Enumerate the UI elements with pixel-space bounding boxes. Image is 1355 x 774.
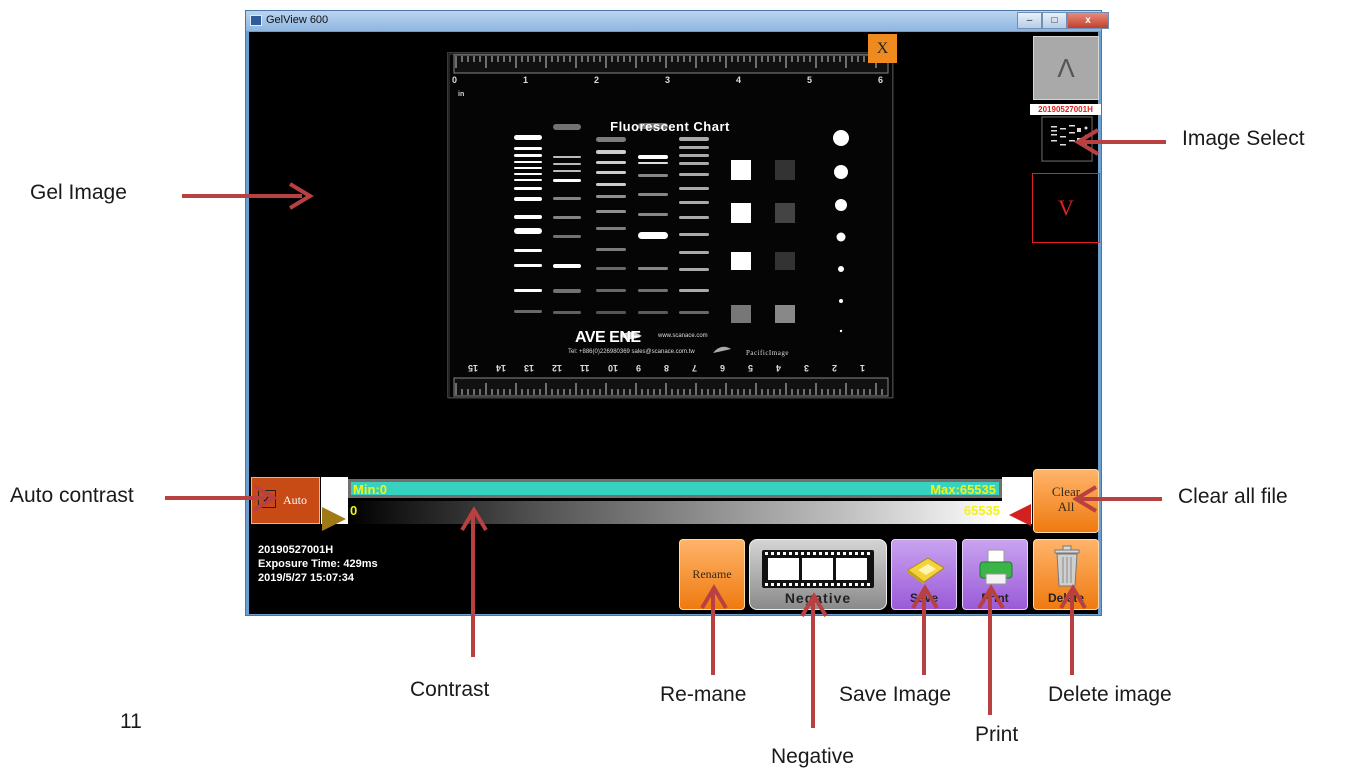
annotation-clear-all-file: Clear all file (1178, 485, 1288, 508)
chart-title: Fluorescent Chart (610, 119, 730, 134)
ruler-bottom-label: 15 (468, 363, 479, 373)
partner-logo-text: PacificImage (746, 349, 789, 357)
gel-image[interactable]: Fluorescent Chart in 0123456 15 14 13 12 11 1… (447, 52, 894, 399)
annotation-auto-contrast: Auto contrast (10, 484, 134, 507)
arrowhead-up-icon (800, 592, 828, 618)
film-frame (768, 558, 799, 580)
close-image-button[interactable]: X (868, 34, 897, 63)
ruler-top-label: 0 (452, 75, 458, 85)
arrowhead-up-icon (911, 584, 939, 610)
ruler-bottom-label: 11 (580, 363, 590, 373)
annotation-rename: Re-mane (660, 683, 747, 706)
annotation-save-image: Save Image (839, 683, 952, 706)
app-client-area: Fluorescent Chart in 0123456 15 14 13 12 11 1… (249, 32, 1101, 614)
ruler-bottom-label: 4 (776, 363, 782, 373)
arrowhead-left-icon (1072, 485, 1098, 513)
ruler-top-label: 1 (523, 75, 529, 85)
printer-icon (979, 549, 1013, 585)
ruler-bottom-label: 8 (664, 363, 670, 373)
annotation-arrow (165, 496, 265, 500)
window-title: GelView 600 (266, 14, 329, 26)
close-window-button[interactable]: x (1067, 12, 1109, 29)
ruler-bottom-label: 10 (608, 363, 619, 373)
page-number: 11 (120, 710, 142, 733)
annotation-gel-image: Gel Image (30, 181, 127, 204)
contrast-range-bar[interactable]: Min:0 Max:65535 (348, 479, 1002, 498)
image-filename: 20190527001H (258, 544, 334, 556)
ruler-top-label: 4 (736, 75, 742, 85)
app-icon (250, 15, 262, 26)
brand-logo-text: AVE ENE (575, 329, 641, 346)
ruler-unit: in (458, 91, 465, 98)
film-strip-icon (762, 550, 874, 588)
range-min-label: Min:0 (353, 482, 387, 497)
exposure-time: Exposure Time: 429ms (258, 558, 378, 570)
range-max-label: Max:65535 (930, 482, 996, 497)
annotation-negative: Negative (771, 745, 854, 768)
ruler-bottom-label: 1 (860, 363, 866, 373)
ruler-bottom-label: 9 (636, 363, 642, 373)
arrowhead-up-icon (977, 584, 1005, 610)
ruler-top-label: 3 (665, 75, 671, 85)
arrowhead-up-icon (700, 584, 728, 610)
auto-contrast-label: Auto (283, 493, 307, 507)
ruler-top-label: 2 (594, 75, 600, 85)
brand-contact: Tel: +886(0)226980369 sales@scanace.com.… (568, 349, 695, 355)
floppy-disk-icon (907, 557, 945, 585)
gelview-window: GelView 600 – □ x Fluorescent Chart in 0… (245, 10, 1109, 616)
max-contrast-slider-handle[interactable] (1009, 504, 1031, 526)
gel-image-drawing (448, 53, 894, 399)
ruler-bottom-label: 12 (552, 363, 563, 373)
ruler-bottom-label: 6 (720, 363, 726, 373)
ruler-bottom-label: 14 (496, 363, 507, 373)
film-frame (802, 558, 833, 580)
thumbnail-label: 20190527001H (1030, 104, 1101, 115)
film-perforations-bottom (765, 583, 871, 586)
annotation-arrow (182, 194, 302, 198)
ruler-bottom-label: 7 (692, 363, 698, 373)
minimize-button[interactable]: – (1017, 12, 1042, 29)
arrowhead-right-icon (288, 182, 314, 210)
arrowhead-up-icon (1059, 584, 1087, 610)
annotation-delete-image: Delete image (1048, 683, 1172, 706)
annotation-arrow (471, 512, 475, 657)
brand-url: www.scanace.com (658, 333, 708, 339)
title-bar[interactable]: GelView 600 – □ x (246, 11, 1109, 31)
trash-can-icon (1054, 545, 1080, 587)
annotation-contrast: Contrast (410, 678, 490, 701)
ruler-bottom-label: 3 (804, 363, 810, 373)
ruler-bottom-label: 2 (832, 363, 838, 373)
arrowhead-left-icon (1074, 128, 1100, 156)
arrowhead-up-icon (460, 506, 488, 532)
ruler-bottom-label: 13 (524, 363, 535, 373)
min-contrast-slider-handle[interactable] (322, 507, 346, 531)
annotation-print: Print (975, 723, 1019, 746)
ruler-bottom-label: 5 (748, 363, 754, 373)
contrast-current-min: 0 (350, 503, 358, 518)
capture-datetime: 2019/5/27 15:07:34 (258, 572, 355, 584)
contrast-current-max: 65535 (963, 503, 1000, 518)
arrowhead-right-icon (252, 484, 278, 512)
film-frame (836, 558, 867, 580)
next-image-button[interactable]: V (1032, 173, 1100, 243)
film-perforations-top (765, 552, 871, 555)
maximize-button[interactable]: □ (1042, 12, 1067, 29)
ruler-top-label: 5 (807, 75, 813, 85)
previous-image-button[interactable]: Λ (1033, 36, 1099, 100)
ruler-top-label: 6 (878, 75, 884, 85)
contrast-gradient-slider[interactable]: 0 65535 (348, 501, 1002, 524)
annotation-image-select: Image Select (1182, 127, 1305, 150)
